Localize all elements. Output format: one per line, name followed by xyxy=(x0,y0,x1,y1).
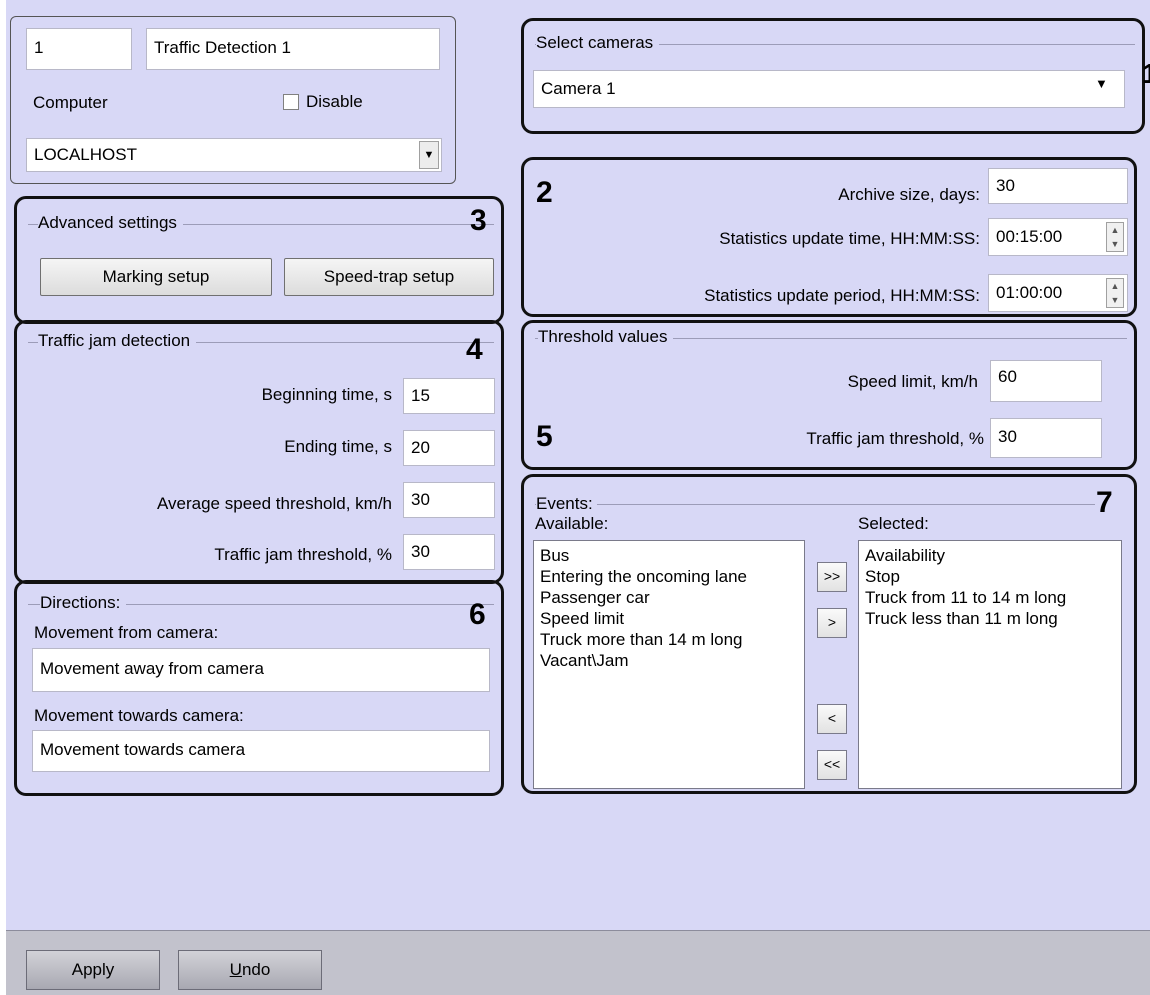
remove-one-button[interactable]: < xyxy=(817,704,847,734)
movement-towards-field[interactable]: Movement towards camera xyxy=(32,730,490,772)
camera-select[interactable]: Camera 1 xyxy=(533,70,1125,108)
cameras-group-label: Select cameras xyxy=(536,33,660,53)
archive-size-field[interactable]: 30 xyxy=(988,168,1128,204)
speed-trap-setup-button[interactable]: Speed-trap setup xyxy=(284,258,494,296)
threshold-group-label: Threshold values xyxy=(538,327,674,347)
add-all-button[interactable]: >> xyxy=(817,562,847,592)
available-label: Available: xyxy=(535,514,609,533)
list-item[interactable]: Vacant\Jam xyxy=(540,650,798,671)
spin-down-icon[interactable]: ▼ xyxy=(1107,237,1123,251)
movement-from-field[interactable]: Movement away from camera xyxy=(32,648,490,692)
list-item[interactable]: Bus xyxy=(540,545,798,566)
add-one-button[interactable]: > xyxy=(817,608,847,638)
chevron-down-icon[interactable]: ▼ xyxy=(419,141,439,169)
advanced-group-label: Advanced settings xyxy=(38,213,183,233)
spin-up-icon[interactable]: ▲ xyxy=(1107,279,1123,293)
selected-events-list[interactable]: Availability Stop Truck from 11 to 14 m … xyxy=(858,540,1122,789)
computer-select[interactable]: LOCALHOST xyxy=(26,138,442,172)
spin-down-icon[interactable]: ▼ xyxy=(1107,293,1123,307)
callout-1: 1 xyxy=(1142,58,1150,89)
avg-speed-field[interactable]: 30 xyxy=(403,482,495,518)
callout-4: 4 xyxy=(466,333,483,366)
jam-threshold-label: Traffic jam threshold, % xyxy=(214,545,392,564)
movement-from-label: Movement from camera: xyxy=(34,623,219,642)
remove-all-button[interactable]: << xyxy=(817,750,847,780)
callout-6: 6 xyxy=(469,598,486,631)
stats-period-spinner[interactable]: ▲ ▼ xyxy=(1106,278,1124,308)
marking-setup-button[interactable]: Marking setup xyxy=(40,258,272,296)
speed-limit-label: Speed limit, km/h xyxy=(847,372,978,391)
computer-label: Computer xyxy=(33,93,108,112)
archive-size-label: Archive size, days: xyxy=(838,185,980,204)
object-name-field[interactable]: Traffic Detection 1 xyxy=(146,28,440,70)
list-item[interactable]: Passenger car xyxy=(540,587,798,608)
chevron-down-icon[interactable]: ▼ xyxy=(1095,76,1108,91)
undo-accelerator: U xyxy=(229,960,242,979)
callout-2: 2 xyxy=(536,176,553,209)
events-group-line xyxy=(535,504,1095,505)
avg-speed-label: Average speed threshold, km/h xyxy=(157,494,392,513)
selected-label: Selected: xyxy=(858,514,929,533)
stats-update-period-label: Statistics update period, HH:MM:SS: xyxy=(704,286,980,305)
list-item[interactable]: Availability xyxy=(865,545,1115,566)
jam-threshold-field[interactable]: 30 xyxy=(403,534,495,570)
speed-limit-field[interactable]: 60 xyxy=(990,360,1102,402)
directions-group-label: Directions: xyxy=(40,593,127,613)
computer-select-value: LOCALHOST xyxy=(34,145,137,164)
stats-update-time-label: Statistics update time, HH:MM:SS: xyxy=(719,229,980,248)
threshold-jam-label: Traffic jam threshold, % xyxy=(806,429,984,448)
threshold-jam-field[interactable]: 30 xyxy=(990,418,1102,458)
beginning-time-field[interactable]: 15 xyxy=(403,378,495,414)
list-item[interactable]: Speed limit xyxy=(540,608,798,629)
beginning-time-label: Beginning time, s xyxy=(261,385,392,404)
ending-time-field[interactable]: 20 xyxy=(403,430,495,466)
undo-label-rest: ndo xyxy=(241,960,271,979)
callout-7: 7 xyxy=(1096,486,1113,519)
list-item[interactable]: Truck more than 14 m long xyxy=(540,629,798,650)
list-item[interactable]: Entering the oncoming lane xyxy=(540,566,798,587)
spin-up-icon[interactable]: ▲ xyxy=(1107,223,1123,237)
apply-button[interactable]: Apply xyxy=(26,950,160,990)
ending-time-label: Ending time, s xyxy=(284,437,392,456)
disable-label: Disable xyxy=(306,92,363,111)
events-group-label: Events: xyxy=(536,494,597,514)
object-id-field[interactable]: 1 xyxy=(26,28,132,70)
undo-button[interactable]: Undo xyxy=(178,950,322,990)
jam-group-label: Traffic jam detection xyxy=(38,331,197,351)
movement-towards-label: Movement towards camera: xyxy=(34,706,244,725)
available-events-list[interactable]: Bus Entering the oncoming lane Passenger… xyxy=(533,540,805,789)
list-item[interactable]: Truck from 11 to 14 m long xyxy=(865,587,1115,608)
stats-time-spinner[interactable]: ▲ ▼ xyxy=(1106,222,1124,252)
list-item[interactable]: Truck less than 11 m long xyxy=(865,608,1115,629)
list-item[interactable]: Stop xyxy=(865,566,1115,587)
disable-checkbox[interactable] xyxy=(283,94,299,110)
camera-select-value: Camera 1 xyxy=(541,79,616,98)
callout-3: 3 xyxy=(470,204,487,237)
callout-5: 5 xyxy=(536,420,553,453)
